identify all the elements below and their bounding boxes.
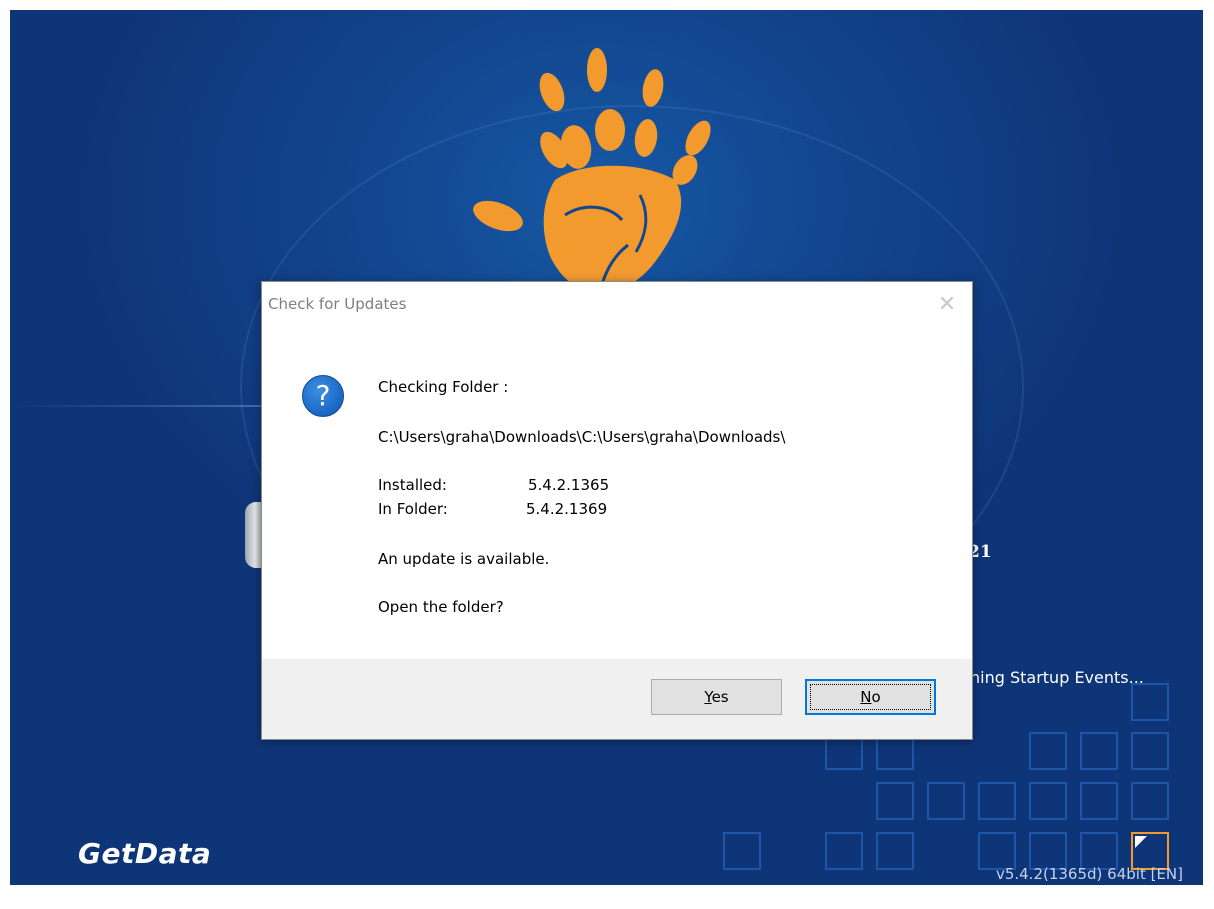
update-available-message: An update is available. — [378, 550, 550, 568]
decorative-tile — [825, 832, 863, 870]
yes-label: es — [711, 688, 729, 706]
decorative-tile — [1131, 683, 1169, 721]
version-label: v5.4.2(1365d) 64bit [EN] — [995, 865, 1183, 883]
decorative-line — [10, 405, 270, 407]
decorative-tile — [1131, 782, 1169, 820]
focus-rect — [810, 684, 931, 710]
decorative-tile — [876, 832, 914, 870]
checking-folder-heading: Checking Folder : — [378, 378, 509, 396]
decorative-tile — [1029, 732, 1067, 770]
installed-version: 5.4.2.1365 — [528, 476, 610, 494]
decorative-tile — [723, 832, 761, 870]
folder-version: 5.4.2.1369 — [526, 500, 608, 518]
decorative-tile — [927, 782, 965, 820]
no-button[interactable]: No — [805, 679, 936, 715]
startup-status-text: ning Startup Events... — [970, 668, 1144, 687]
dialog-button-bar: Yes No — [262, 659, 972, 739]
decorative-tile — [1131, 732, 1169, 770]
close-icon[interactable]: ✕ — [937, 294, 957, 316]
folder-path: C:\Users\graha\Downloads\C:\Users\graha\… — [378, 428, 786, 446]
decorative-tile — [1029, 782, 1067, 820]
yes-button[interactable]: Yes — [651, 679, 782, 715]
installed-label: Installed: — [378, 476, 447, 494]
decorative-tile — [978, 782, 1016, 820]
question-icon: ? — [302, 375, 344, 417]
decorative-tile — [1080, 732, 1118, 770]
decorative-tile — [1080, 782, 1118, 820]
dialog-title: Check for Updates — [268, 295, 407, 313]
yes-mnemonic: Y — [704, 688, 712, 706]
decorative-tile — [876, 782, 914, 820]
brand-logo-text: GetData — [78, 837, 212, 870]
hand-logo-icon — [473, 48, 711, 295]
in-folder-label: In Folder: — [378, 500, 448, 518]
check-for-updates-dialog: Check for Updates ✕ ? Checking Folder : … — [261, 281, 973, 740]
open-folder-question: Open the folder? — [378, 598, 504, 616]
